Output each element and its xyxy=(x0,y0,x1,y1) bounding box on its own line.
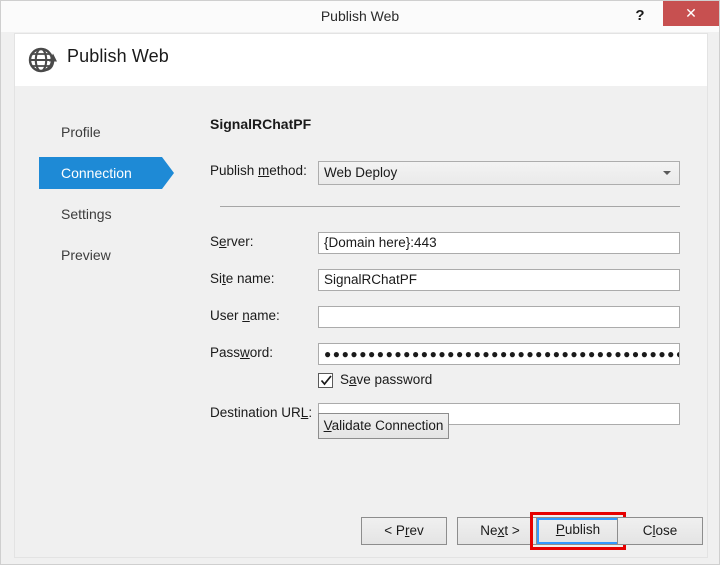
profile-name-title: SignalRChatPF xyxy=(210,116,312,132)
server-label: Server: xyxy=(210,234,254,249)
sidebar-item-profile[interactable]: Profile xyxy=(39,116,199,148)
site-name-input[interactable]: SignalRChatPF xyxy=(318,269,680,291)
header-title: Publish Web xyxy=(67,46,169,66)
publish-button[interactable]: Publish xyxy=(536,517,620,545)
dialog-header: Publish Web xyxy=(14,33,708,86)
sidebar-item-connection[interactable]: Connection xyxy=(39,157,174,189)
save-password-label: Save password xyxy=(340,372,433,387)
prev-button[interactable]: < Prev xyxy=(361,517,447,545)
sidebar-item-label: Settings xyxy=(61,206,112,222)
publish-method-value: Web Deploy xyxy=(324,165,398,180)
validate-connection-button[interactable]: Validate Connection xyxy=(318,413,449,439)
close-button[interactable]: Close xyxy=(617,517,703,545)
chevron-down-icon xyxy=(663,171,671,175)
dialog-content: Profile Connection Settings Preview Sign… xyxy=(14,86,708,558)
password-input[interactable]: ●●●●●●●●●●●●●●●●●●●●●●●●●●●●●●●●●●●●●●●●… xyxy=(318,343,680,365)
password-label: Password: xyxy=(210,345,274,360)
destination-url-label: Destination URL: xyxy=(210,405,313,420)
checkmark-icon xyxy=(320,375,332,386)
site-name-label: Site name: xyxy=(210,271,275,286)
save-password-checkbox[interactable] xyxy=(318,373,333,388)
help-button[interactable]: ? xyxy=(625,1,655,31)
publish-button-annotation: Publish xyxy=(530,512,626,550)
wizard-nav: Profile Connection Settings Preview xyxy=(39,116,199,280)
section-divider xyxy=(220,206,680,207)
publish-method-label: Publish method: xyxy=(210,163,307,178)
server-input[interactable]: {Domain here}:443 xyxy=(318,232,680,254)
title-bar: Publish Web ? ✕ xyxy=(1,1,719,32)
sidebar-item-settings[interactable]: Settings xyxy=(39,198,199,230)
close-window-button[interactable]: ✕ xyxy=(663,1,719,26)
publish-method-select[interactable]: Web Deploy xyxy=(318,161,680,185)
sidebar-item-preview[interactable]: Preview xyxy=(39,239,199,271)
user-name-label: User name: xyxy=(210,308,280,323)
sidebar-item-label: Profile xyxy=(61,124,101,140)
sidebar-item-label: Preview xyxy=(61,247,111,263)
publish-web-dialog: Publish Web ? ✕ Publish Web Profile Conn… xyxy=(0,0,720,565)
sidebar-item-label: Connection xyxy=(61,165,132,181)
user-name-input[interactable] xyxy=(318,306,680,328)
window-title: Publish Web xyxy=(320,8,400,24)
globe-publish-icon xyxy=(27,44,59,76)
